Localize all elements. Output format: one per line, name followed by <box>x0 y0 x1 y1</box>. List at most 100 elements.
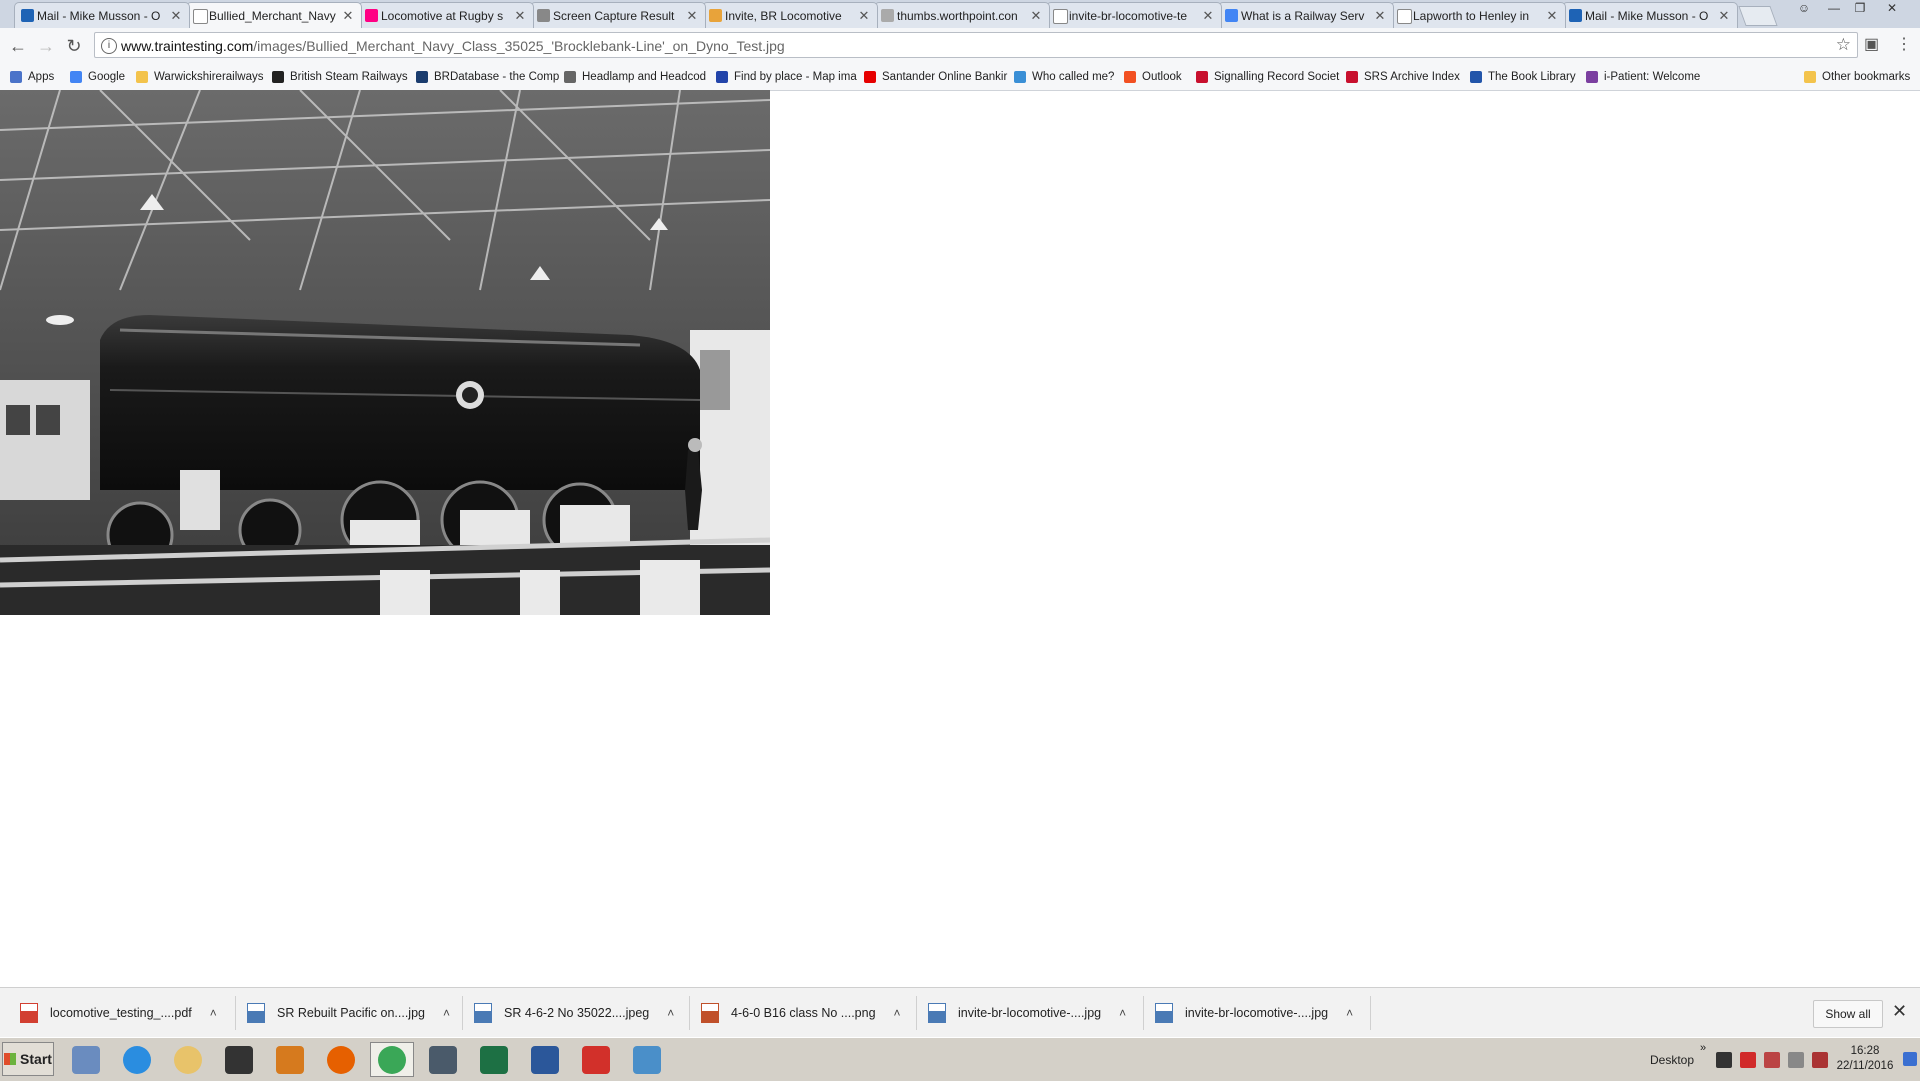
chevron-up-icon[interactable]: ˄ <box>894 1006 901 1020</box>
tab-close-icon[interactable]: ✕ <box>1545 8 1559 24</box>
tab-close-icon[interactable]: ✕ <box>1201 8 1215 24</box>
tab-1[interactable]: Mail - Mike Musson - O ✕ <box>14 2 190 28</box>
close-downloads-icon[interactable]: ✕ <box>1892 1001 1907 1022</box>
tab-close-icon[interactable]: ✕ <box>685 8 699 24</box>
chevron-up-icon[interactable]: ˄ <box>667 1006 674 1020</box>
tab-close-icon[interactable]: ✕ <box>1717 8 1731 24</box>
start-button[interactable]: Start <box>2 1042 54 1076</box>
chevron-up-icon[interactable]: ˄ <box>443 1006 450 1020</box>
profile-icon[interactable]: ☺ <box>1792 0 1816 18</box>
tab-3[interactable]: Locomotive at Rugby s ✕ <box>358 2 534 28</box>
show-all-downloads-button[interactable]: Show all <box>1813 1000 1883 1028</box>
camera-icon[interactable]: ▣ <box>1864 34 1879 54</box>
reload-icon[interactable]: ↻ <box>62 34 86 58</box>
bookmark-item[interactable]: Santander Online Bankir <box>864 69 1007 85</box>
bookmark-label: Outlook <box>1142 71 1182 83</box>
tab-8[interactable]: What is a Railway Serv ✕ <box>1218 2 1394 28</box>
download-item[interactable]: 4-6-0 B16 class No ....png ˄ <box>701 998 901 1028</box>
new-tab-button[interactable] <box>1738 6 1778 26</box>
outlook-icon <box>21 9 34 22</box>
ipatient-icon <box>1586 71 1598 83</box>
download-item[interactable]: invite-br-locomotive-....jpg ˄ <box>1155 998 1353 1028</box>
chevron-up-icon[interactable]: » <box>1700 1042 1706 1054</box>
tray-display-icon[interactable] <box>1788 1052 1804 1068</box>
download-separator <box>462 996 463 1030</box>
taskbar-app-button[interactable] <box>115 1042 159 1077</box>
download-separator <box>235 996 236 1030</box>
image-file-icon <box>474 1003 492 1023</box>
tab-2[interactable]: Bullied_Merchant_Navy ✕ <box>186 2 362 29</box>
tray-network-icon[interactable] <box>1764 1052 1780 1068</box>
taskbar-app-button[interactable] <box>523 1042 567 1077</box>
bookmark-item[interactable]: Outlook <box>1124 69 1182 85</box>
restore-button[interactable]: ❐ <box>1848 0 1872 18</box>
download-item[interactable]: SR Rebuilt Pacific on....jpg ˄ <box>247 998 450 1028</box>
tab-close-icon[interactable]: ✕ <box>1373 8 1387 24</box>
download-item[interactable]: locomotive_testing_....pdf ˄ <box>20 998 217 1028</box>
tray-arrow-icon[interactable] <box>1716 1052 1732 1068</box>
bookmark-item[interactable]: Find by place - Map ima <box>716 69 857 85</box>
tab-6[interactable]: thumbs.worthpoint.con ✕ <box>874 2 1050 28</box>
bookmark-item[interactable]: Who called me? <box>1014 69 1114 85</box>
tray-app-icon[interactable] <box>1740 1052 1756 1068</box>
tab-close-icon[interactable]: ✕ <box>857 8 871 24</box>
taskbar-app-button[interactable] <box>166 1042 210 1077</box>
tab-9[interactable]: Lapworth to Henley in ✕ <box>1390 2 1566 28</box>
tray-volume-icon[interactable] <box>1812 1052 1828 1068</box>
tab-close-icon[interactable]: ✕ <box>341 8 355 24</box>
tab-close-icon[interactable]: ✕ <box>1029 8 1043 24</box>
taskbar-app-button[interactable] <box>217 1042 261 1077</box>
tab-title: What is a Railway Serv <box>1241 8 1365 23</box>
download-item[interactable]: invite-br-locomotive-....jpg ˄ <box>928 998 1126 1028</box>
brd-icon <box>416 71 428 83</box>
download-item[interactable]: SR 4-6-2 No 35022....jpeg ˄ <box>474 998 674 1028</box>
info-icon[interactable]: i <box>101 38 117 54</box>
bookmark-item[interactable]: BRDatabase - the Comp <box>416 69 559 85</box>
chevron-up-icon[interactable]: ˄ <box>210 1006 217 1020</box>
bookmark-item[interactable]: Other bookmarks <box>1804 69 1910 85</box>
notification-icon[interactable] <box>1903 1052 1917 1066</box>
chevron-up-icon[interactable]: ˄ <box>1346 1006 1353 1020</box>
menu-icon[interactable]: ⋮ <box>1896 34 1912 54</box>
bookmark-item[interactable]: British Steam Railways <box>272 69 408 85</box>
forward-arrow-icon[interactable]: → <box>34 34 58 58</box>
taskbar-app-button[interactable] <box>268 1042 312 1077</box>
address-bar[interactable]: i www.traintesting.com/images/Bullied_Me… <box>94 32 1858 58</box>
tab-close-icon[interactable]: ✕ <box>169 8 183 24</box>
taskbar-app-button[interactable] <box>625 1042 669 1077</box>
taskbar-app-button[interactable] <box>319 1042 363 1077</box>
bookmark-item[interactable]: Headlamp and Headcod <box>564 69 706 85</box>
bookmark-label: Who called me? <box>1032 71 1115 83</box>
browser-toolbar: ← → ↻ i www.traintesting.com/images/Bull… <box>0 28 1920 65</box>
tab-4[interactable]: Screen Capture Result ✕ <box>530 2 706 28</box>
tab-close-icon[interactable]: ✕ <box>513 8 527 24</box>
camera-icon <box>537 9 550 22</box>
taskbar-app-button[interactable] <box>472 1042 516 1077</box>
bookmark-item[interactable]: Apps <box>10 69 54 85</box>
bookmark-item[interactable]: Signalling Record Societ <box>1196 69 1339 85</box>
taskbar-app-button[interactable] <box>64 1042 108 1077</box>
bookmark-item[interactable]: Google <box>70 69 125 85</box>
bookmark-item[interactable]: SRS Archive Index <box>1346 69 1460 85</box>
download-separator <box>916 996 917 1030</box>
minimize-button[interactable]: — <box>1822 0 1846 18</box>
taskbar-app-button[interactable] <box>421 1042 465 1077</box>
close-window-button[interactable]: ✕ <box>1880 0 1904 18</box>
taskbar-app-button[interactable] <box>574 1042 618 1077</box>
bookmark-item[interactable]: Warwickshirerailways <box>136 69 263 85</box>
tab-10[interactable]: Mail - Mike Musson - O ✕ <box>1562 2 1738 28</box>
tab-5[interactable]: Invite, BR Locomotive ✕ <box>702 2 878 28</box>
url-text[interactable]: www.traintesting.com/images/Bullied_Merc… <box>121 38 785 54</box>
taskbar-app-button[interactable] <box>370 1042 414 1077</box>
tab-7[interactable]: invite-br-locomotive-te ✕ <box>1046 2 1222 28</box>
desktop-toolbar-label[interactable]: Desktop <box>1650 1053 1694 1067</box>
download-separator <box>1143 996 1144 1030</box>
download-filename: SR Rebuilt Pacific on....jpg <box>277 1006 425 1020</box>
bookmark-item[interactable]: The Book Library <box>1470 69 1576 85</box>
internet-explorer-icon <box>123 1045 151 1074</box>
bookmark-star-icon[interactable]: ☆ <box>1836 35 1851 55</box>
bookmark-item[interactable]: i-Patient: Welcome <box>1586 69 1700 85</box>
back-arrow-icon[interactable]: ← <box>6 34 30 58</box>
system-clock[interactable]: 16:28 22/11/2016 <box>1830 1044 1900 1074</box>
chevron-up-icon[interactable]: ˄ <box>1119 1006 1126 1020</box>
